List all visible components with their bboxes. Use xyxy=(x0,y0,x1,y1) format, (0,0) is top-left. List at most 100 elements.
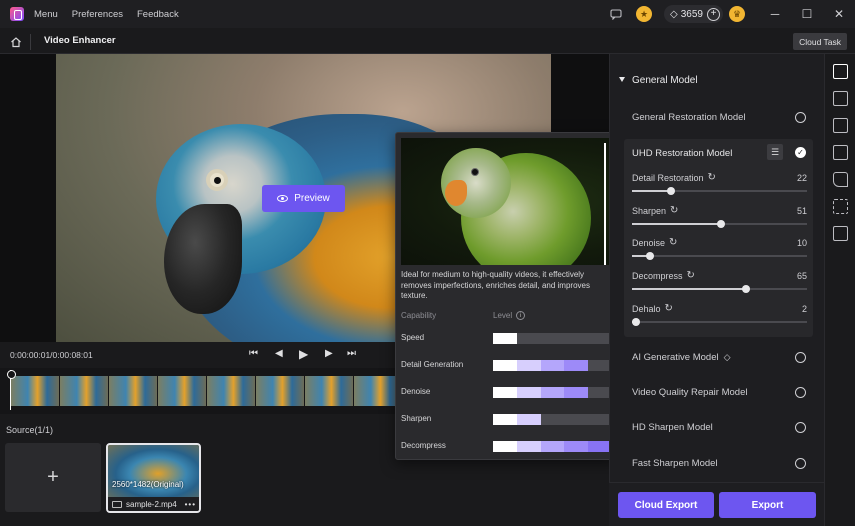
capability-header: Capability xyxy=(401,311,437,320)
cloud-task-button[interactable]: Cloud Task xyxy=(793,33,847,50)
timeline-thumb xyxy=(305,376,353,406)
param-label: Detail Restoration ↻ xyxy=(632,173,716,184)
radio-hd-sharpen[interactable] xyxy=(795,422,806,433)
model-video-quality-repair[interactable]: Video Quality Repair Model xyxy=(632,387,747,398)
menu-feedback[interactable]: Feedback xyxy=(137,9,179,20)
reset-icon[interactable]: ↻ xyxy=(669,238,677,248)
level-segment xyxy=(540,441,565,452)
close-icon[interactable]: ✕ xyxy=(823,0,855,28)
source-label: Source(1/1) xyxy=(6,425,54,435)
add-icon: + xyxy=(47,466,59,488)
export-button[interactable]: Export xyxy=(719,492,816,518)
slider-fill xyxy=(632,288,746,290)
more-options-icon[interactable]: ••• xyxy=(185,500,196,509)
param-denoise: Denoise ↻ 10 xyxy=(632,238,807,264)
level-segment xyxy=(493,333,517,344)
edit-icon[interactable] xyxy=(833,91,848,106)
model-uhd-restoration[interactable]: UHD Restoration Model xyxy=(632,148,732,159)
capability-level-bar xyxy=(493,333,612,344)
param-label-text: Decompress xyxy=(632,271,683,281)
playhead[interactable] xyxy=(7,370,16,410)
pen-icon[interactable] xyxy=(833,145,848,160)
step-forward-icon[interactable]: ▶ xyxy=(325,348,333,359)
slider-knob[interactable] xyxy=(741,285,750,293)
coin-button[interactable]: ★ xyxy=(630,0,658,28)
level-segment xyxy=(516,414,541,425)
cloud-export-button[interactable]: Cloud Export xyxy=(618,492,714,518)
model-general-restoration[interactable]: General Restoration Model xyxy=(632,112,746,123)
reset-icon[interactable]: ↻ xyxy=(665,304,673,314)
slider-knob[interactable] xyxy=(666,187,675,195)
info-icon[interactable]: i xyxy=(516,311,526,320)
title-bar: Menu Preferences Feedback ★ ◇ 3659 + ♛ ─… xyxy=(0,0,855,28)
capability-level-bar xyxy=(493,360,612,371)
reset-icon[interactable]: ↻ xyxy=(708,173,716,183)
model-ai-generative[interactable]: AI Generative Model ◇ xyxy=(632,352,731,363)
sliders-icon[interactable]: ☰ xyxy=(767,144,783,160)
radio-fast-sharpen[interactable] xyxy=(795,458,806,469)
video-enhance-icon[interactable] xyxy=(833,64,848,79)
param-value: 2 xyxy=(801,304,807,314)
level-header: Level i xyxy=(493,311,526,320)
collapse-caret-icon[interactable] xyxy=(619,77,625,82)
model-uhd-restoration-card[interactable]: UHD Restoration Model ☰ ✓ Detail Restora… xyxy=(624,139,813,337)
diamond-icon: ◇ xyxy=(723,352,731,362)
param-slider[interactable] xyxy=(632,285,807,293)
toolbar: Video Enhancer Cloud Task xyxy=(0,28,855,54)
level-segment xyxy=(564,387,589,398)
param-slider[interactable] xyxy=(632,187,807,195)
param-label: Denoise ↻ xyxy=(632,238,677,249)
model-fast-sharpen[interactable]: Fast Sharpen Model xyxy=(632,458,718,469)
level-segment xyxy=(516,441,541,452)
skip-end-icon[interactable]: ⏭ xyxy=(347,348,356,359)
radio-video-quality-repair[interactable] xyxy=(795,387,806,398)
select-icon[interactable] xyxy=(833,199,848,214)
slider-knob[interactable] xyxy=(645,252,654,260)
maximize-icon[interactable]: ☐ xyxy=(791,0,823,28)
coin-icon: ★ xyxy=(636,6,653,22)
sample-parrot-beak xyxy=(445,180,467,206)
add-file-button[interactable]: + xyxy=(5,443,101,512)
credits-count: 3659 xyxy=(680,8,703,20)
app-logo xyxy=(10,7,24,21)
param-slider[interactable] xyxy=(632,220,807,228)
capability-level-bar xyxy=(493,414,612,425)
param-slider[interactable] xyxy=(632,252,807,260)
page-title: Video Enhancer xyxy=(44,35,116,46)
capability-label: Sharpen xyxy=(401,414,432,423)
check-icon[interactable]: ✓ xyxy=(795,147,806,158)
param-label: Decompress ↻ xyxy=(632,271,695,282)
model-hd-sharpen[interactable]: HD Sharpen Model xyxy=(632,422,713,433)
param-label-text: Dehalo xyxy=(632,304,661,314)
reset-icon[interactable]: ↻ xyxy=(687,271,695,281)
param-slider[interactable] xyxy=(631,318,807,326)
radio-general-restoration[interactable] xyxy=(795,112,806,123)
divider xyxy=(30,34,31,50)
timeline-thumb xyxy=(158,376,206,406)
grid-icon[interactable] xyxy=(833,118,848,133)
section-title[interactable]: General Model xyxy=(632,75,698,86)
param-decompress: Decompress ↻ 65 xyxy=(632,271,807,297)
home-icon[interactable] xyxy=(6,32,26,52)
plus-icon[interactable]: + xyxy=(707,7,720,21)
menu-preferences[interactable]: Preferences xyxy=(72,9,123,20)
slider-knob[interactable] xyxy=(631,318,640,326)
radio-ai-generative[interactable] xyxy=(795,352,806,363)
slider-knob[interactable] xyxy=(717,220,726,228)
minimize-icon[interactable]: ─ xyxy=(759,0,791,28)
reset-icon[interactable]: ↻ xyxy=(670,206,678,216)
play-icon[interactable]: ▶ xyxy=(299,347,308,361)
add-media-icon[interactable] xyxy=(833,226,848,241)
chat-icon[interactable] xyxy=(602,0,630,28)
credits-badge[interactable]: ◇ 3659 + xyxy=(664,5,723,23)
step-back-icon[interactable]: ◀ xyxy=(275,348,283,359)
eraser-icon[interactable] xyxy=(833,172,848,187)
menu-menu[interactable]: Menu xyxy=(34,9,58,20)
skip-start-icon[interactable]: ⏮ xyxy=(249,348,258,359)
capability-row: Decompress xyxy=(401,441,613,453)
capability-label: Speed xyxy=(401,333,425,342)
preview-button[interactable]: Preview xyxy=(262,185,345,212)
sample-parrot-eye xyxy=(471,168,479,176)
source-file-tile[interactable]: 2560*1482(Original) sample-2.mp4 ••• xyxy=(106,443,201,513)
premium-icon[interactable]: ♛ xyxy=(729,6,745,22)
